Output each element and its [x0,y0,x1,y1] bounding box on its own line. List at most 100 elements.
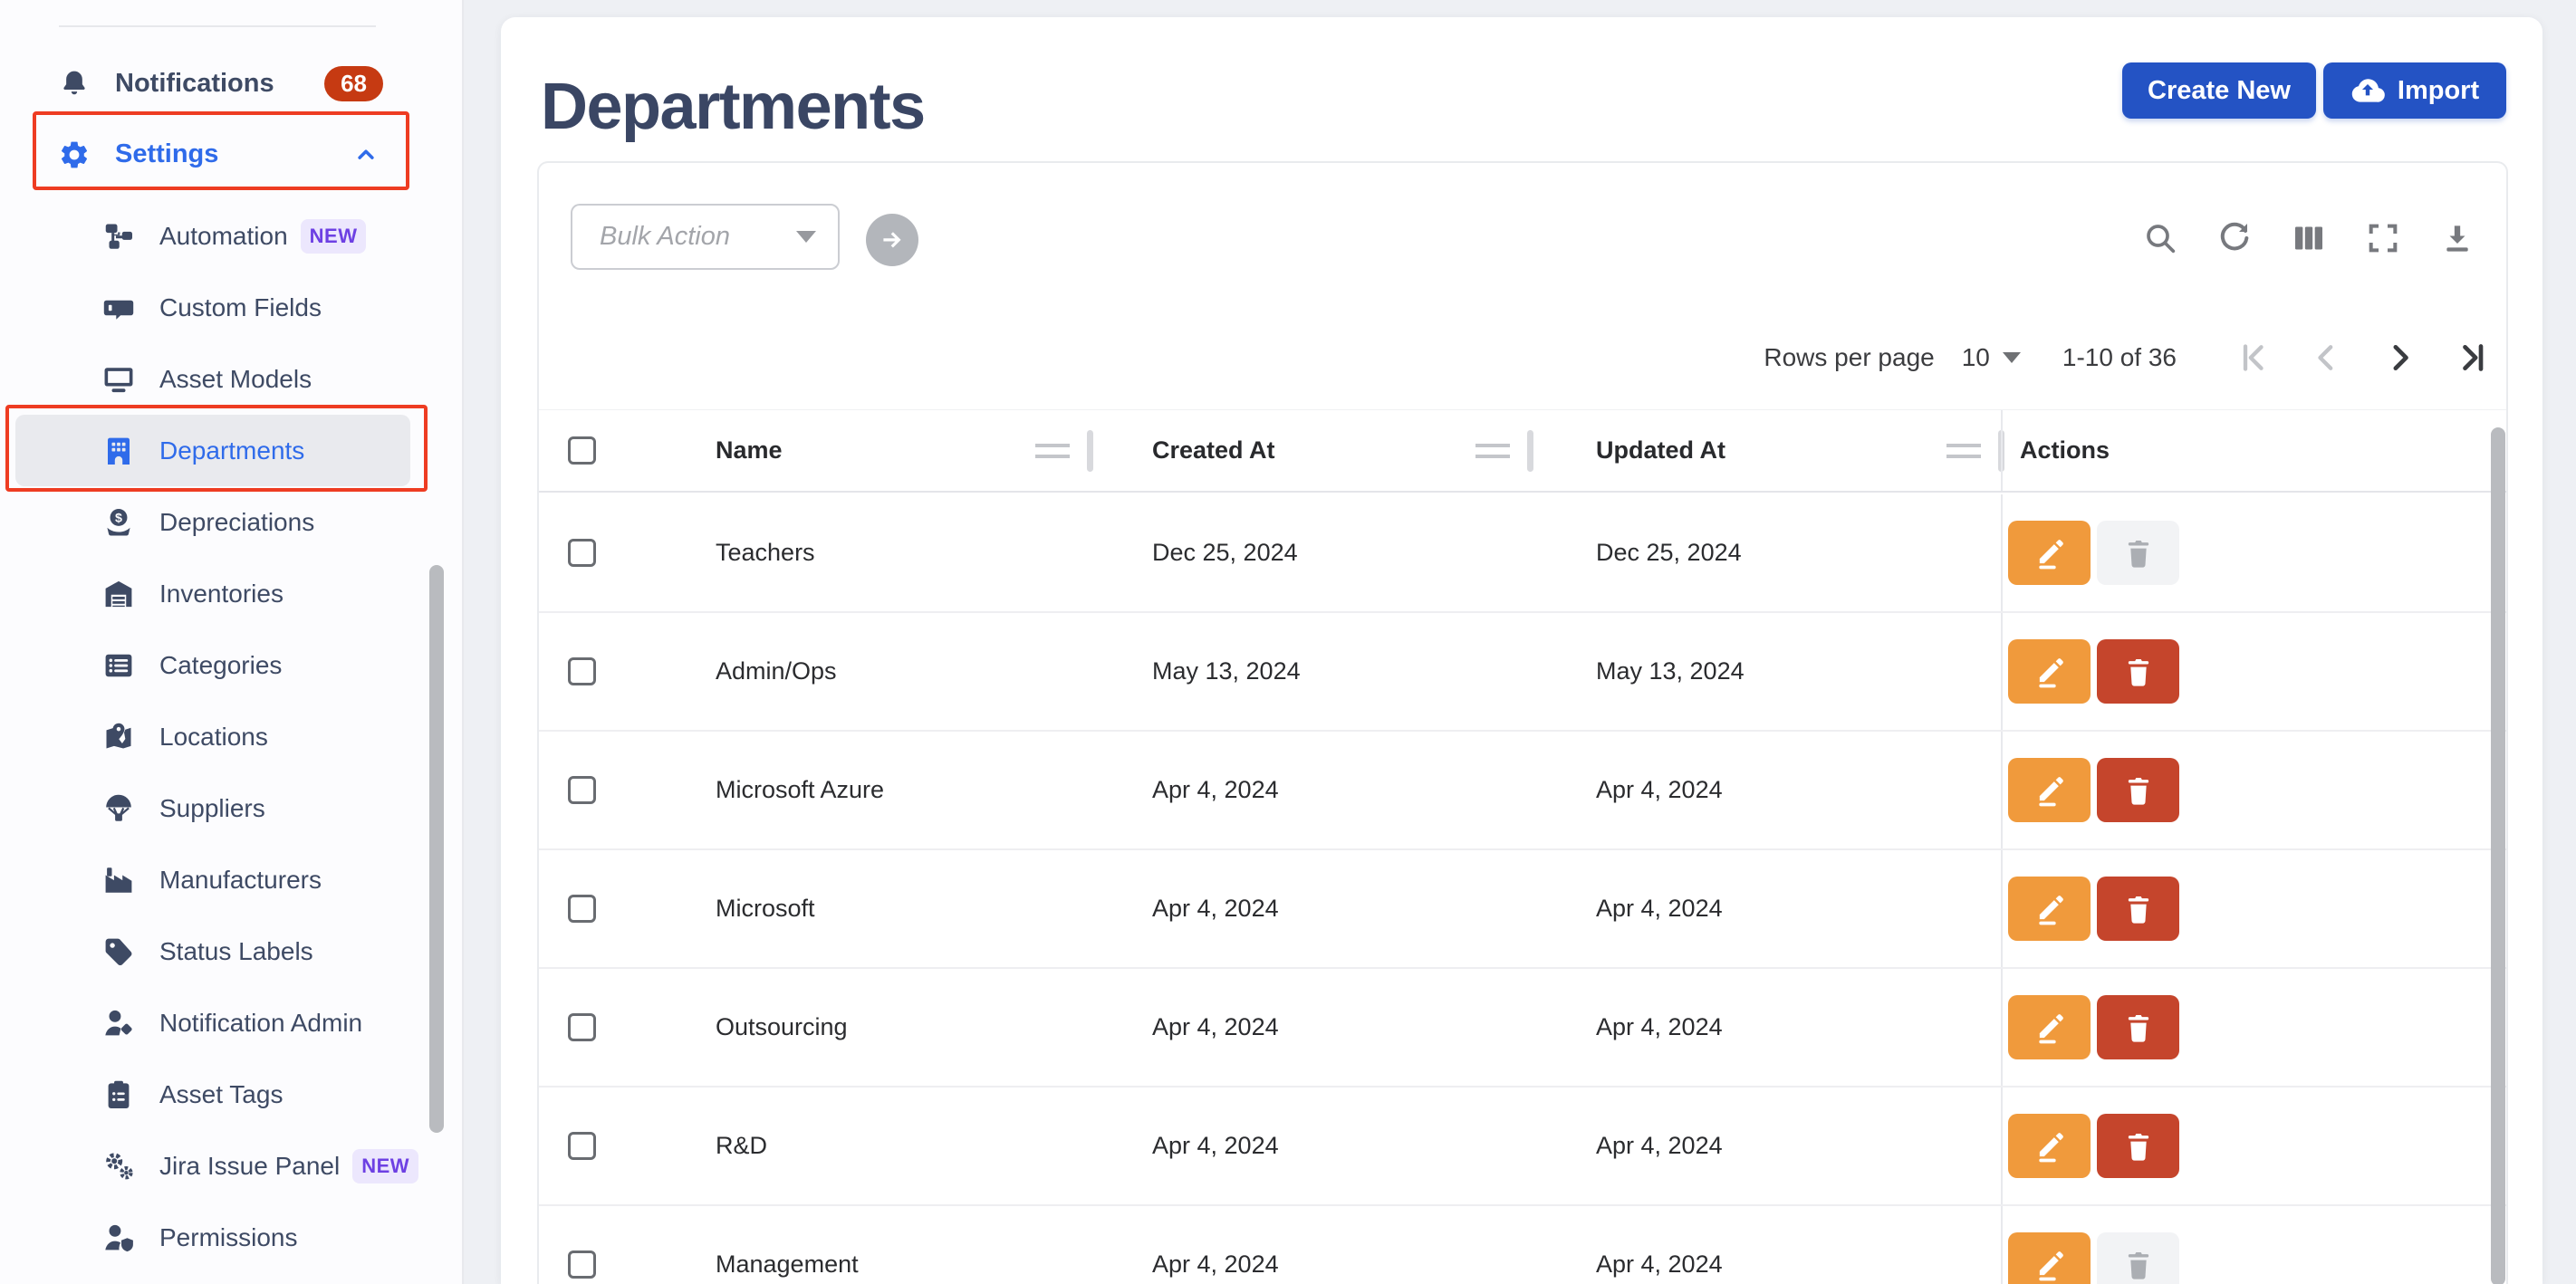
last-page-icon[interactable] [2454,340,2490,376]
sidebar-item-notifications[interactable]: Notifications 68 [15,48,410,120]
trash-icon [2120,772,2157,809]
sidebar-item-inventories[interactable]: Inventories [15,558,410,629]
pagination-bar: Rows per page 10 1-10 of 36 [539,326,2508,389]
column-header-name[interactable]: Name [657,410,1090,491]
view-columns-icon[interactable] [2291,220,2327,256]
edit-button[interactable] [2008,995,2091,1059]
refresh-icon[interactable] [2216,220,2253,256]
column-header-updated-at[interactable]: Updated At [1530,410,2001,491]
sidebar-item-label: Manufacturers [159,866,322,895]
row-checkbox[interactable] [568,1132,596,1160]
sidebar-item-custom-fields[interactable]: Custom Fields [15,272,410,343]
select-all-checkbox[interactable] [568,436,596,465]
column-drag-handle-icon[interactable] [1475,444,1510,458]
trash-icon [2120,535,2157,571]
sidebar-item-label: Locations [159,723,268,752]
edit-button[interactable] [2008,1232,2091,1284]
sidebar-item-departments[interactable]: Departments [15,415,410,486]
cell-updated-at: Apr 4, 2024 [1530,969,2001,1086]
row-checkbox[interactable] [568,895,596,923]
sidebar-item-suppliers[interactable]: Suppliers [15,772,410,844]
sidebar-item-label: Custom Fields [159,293,322,322]
sidebar-scrollbar[interactable] [429,565,444,1133]
delete-button[interactable] [2097,877,2179,941]
sidebar-item-permissions[interactable]: Permissions [15,1202,410,1273]
new-badge: NEW [301,219,367,254]
fullscreen-icon[interactable] [2365,220,2401,256]
edit-button[interactable] [2008,758,2091,822]
sidebar-item-categories[interactable]: Categories [15,629,410,701]
sidebar-item-status-labels[interactable]: Status Labels [15,915,410,987]
row-checkbox[interactable] [568,1250,596,1279]
column-header-created-at[interactable]: Created At [1090,410,1530,491]
delete-button[interactable] [2097,639,2179,704]
sidebar-item-manufacturers[interactable]: Manufacturers [15,844,410,915]
cell-updated-at: Apr 4, 2024 [1530,1206,2001,1284]
sidebar-item-notification-admin[interactable]: Notification Admin [15,987,410,1059]
locations-icon [102,721,135,753]
cell-actions [2001,1206,2508,1284]
new-badge: NEW [352,1149,418,1183]
sidebar-item-label: Suppliers [159,794,265,823]
asset-models-icon [102,363,135,396]
previous-page-icon[interactable] [2309,340,2345,376]
import-label: Import [2398,76,2479,106]
sidebar-item-label: Asset Tags [159,1080,283,1109]
sidebar-item-label: Asset Models [159,365,312,394]
sidebar-item-label: Jira Issue Panel [159,1152,340,1181]
edit-pencil-icon [2032,654,2068,690]
svg-text:$: $ [115,511,122,525]
download-icon[interactable] [2439,220,2475,256]
sidebar-item-asset-models[interactable]: Asset Models [15,343,410,415]
delete-button[interactable] [2097,758,2179,822]
notifications-count-badge: 68 [324,66,383,101]
column-drag-handle-icon[interactable] [1035,444,1070,458]
row-checkbox[interactable] [568,539,596,567]
sidebar-item-depreciations[interactable]: $Depreciations [15,486,410,558]
search-icon[interactable] [2142,220,2178,256]
trash-icon [2120,891,2157,927]
table-row: ManagementApr 4, 2024Apr 4, 2024 [539,1206,2508,1284]
bulk-action-select[interactable]: Bulk Action [571,204,840,270]
import-button[interactable]: Import [2323,62,2506,119]
sidebar-item-jira-issue-panel[interactable]: Jira Issue PanelNEW [15,1130,410,1202]
delete-button[interactable] [2097,521,2179,585]
delete-button[interactable] [2097,1232,2179,1284]
bell-icon [58,68,91,101]
cell-created-at: May 13, 2024 [1090,613,1530,730]
table-row: Microsoft AzureApr 4, 2024Apr 4, 2024 [539,732,2508,850]
sidebar-item-automation[interactable]: AutomationNEW [15,200,410,272]
cell-created-at: Apr 4, 2024 [1090,850,1530,967]
edit-button[interactable] [2008,1114,2091,1178]
table-row: MicrosoftApr 4, 2024Apr 4, 2024 [539,850,2508,969]
row-checkbox[interactable] [568,776,596,804]
row-checkbox[interactable] [568,1013,596,1041]
delete-button[interactable] [2097,1114,2179,1178]
column-drag-handle-icon[interactable] [1946,444,1981,458]
edit-button[interactable] [2008,521,2091,585]
custom-fields-icon [102,292,135,324]
sidebar-item-asset-tags[interactable]: Asset Tags [15,1059,410,1130]
jira-icon [102,1150,135,1183]
row-checkbox[interactable] [568,657,596,685]
edit-button[interactable] [2008,877,2091,941]
cell-updated-at: Apr 4, 2024 [1530,1088,2001,1204]
status-labels-icon [102,935,135,968]
rows-per-page-select[interactable]: 10 [1962,343,2021,372]
gear-icon [58,139,91,171]
cell-updated-at: Apr 4, 2024 [1530,732,2001,848]
edit-pencil-icon [2032,1247,2068,1283]
sidebar-item-locations[interactable]: Locations [15,701,410,772]
table-scrollbar[interactable] [2491,427,2505,1284]
create-new-button[interactable]: Create New [2122,62,2316,119]
table-row: OutsourcingApr 4, 2024Apr 4, 2024 [539,969,2508,1088]
sidebar-item-settings[interactable]: Settings [15,119,410,190]
edit-button[interactable] [2008,639,2091,704]
table-row: Admin/OpsMay 13, 2024May 13, 2024 [539,613,2508,732]
next-page-icon[interactable] [2381,340,2417,376]
first-page-icon[interactable] [2236,340,2273,376]
column-header-actions: Actions [2001,410,2508,491]
bulk-action-go-button[interactable] [866,214,918,266]
cell-actions [2001,494,2508,611]
delete-button[interactable] [2097,995,2179,1059]
